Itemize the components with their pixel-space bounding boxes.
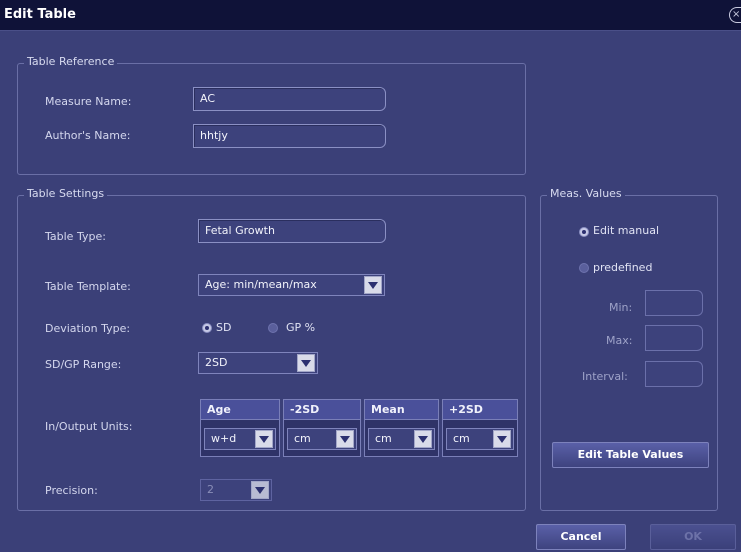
deviation-sd-label: SD bbox=[216, 321, 232, 334]
chevron-down-icon[interactable] bbox=[493, 430, 511, 448]
unit-header-plus2sd: +2SD bbox=[443, 400, 517, 420]
deviation-type-label: Deviation Type: bbox=[45, 322, 131, 335]
cancel-button[interactable]: Cancel bbox=[536, 524, 626, 550]
unit-value-minus2sd: cm bbox=[294, 432, 311, 445]
unit-column-mean: Mean cm bbox=[364, 399, 439, 457]
chevron-down-icon[interactable] bbox=[336, 430, 354, 448]
measure-name-label: Measure Name: bbox=[45, 95, 132, 108]
meas-values-title: Meas. Values bbox=[547, 187, 625, 200]
unit-value-mean: cm bbox=[375, 432, 392, 445]
unit-header-mean: Mean bbox=[365, 400, 438, 420]
sd-gp-range-dropdown[interactable]: 2SD bbox=[198, 352, 318, 374]
deviation-gp-label: GP % bbox=[286, 321, 316, 334]
unit-header-age: Age bbox=[201, 400, 279, 420]
table-template-label: Table Template: bbox=[45, 280, 131, 293]
deviation-sd-radio[interactable] bbox=[202, 323, 212, 333]
interval-input[interactable] bbox=[645, 361, 703, 387]
unit-dropdown-plus2sd[interactable]: cm bbox=[446, 428, 514, 450]
min-input[interactable] bbox=[645, 290, 703, 316]
edit-table-values-button[interactable]: Edit Table Values bbox=[552, 442, 709, 468]
author-name-input[interactable]: hhtjy bbox=[193, 124, 386, 148]
unit-value-age: w+d bbox=[211, 432, 237, 445]
predefined-label: predefined bbox=[593, 261, 653, 274]
table-template-dropdown[interactable]: Age: min/mean/max bbox=[198, 274, 385, 296]
edit-manual-label: Edit manual bbox=[593, 224, 659, 237]
edit-manual-radio[interactable] bbox=[579, 227, 589, 237]
unit-column-age: Age w+d bbox=[200, 399, 280, 457]
max-label: Max: bbox=[606, 334, 633, 347]
chevron-down-icon[interactable] bbox=[255, 430, 273, 448]
min-label: Min: bbox=[609, 301, 633, 314]
unit-dropdown-age[interactable]: w+d bbox=[204, 428, 276, 450]
ok-button[interactable]: OK bbox=[650, 524, 736, 550]
unit-header-minus2sd: -2SD bbox=[284, 400, 360, 420]
table-type-label: Table Type: bbox=[45, 230, 106, 243]
unit-value-plus2sd: cm bbox=[453, 432, 470, 445]
table-reference-title: Table Reference bbox=[24, 55, 118, 68]
chevron-down-icon[interactable] bbox=[251, 481, 269, 499]
precision-dropdown[interactable]: 2 bbox=[200, 479, 272, 501]
sd-gp-range-label: SD/GP Range: bbox=[45, 358, 122, 371]
unit-column-minus2sd: -2SD cm bbox=[283, 399, 361, 457]
precision-label: Precision: bbox=[45, 484, 98, 497]
unit-dropdown-minus2sd[interactable]: cm bbox=[287, 428, 357, 450]
table-reference-group: Table Reference bbox=[17, 55, 526, 175]
measure-name-input[interactable]: AC bbox=[193, 87, 386, 111]
predefined-radio[interactable] bbox=[579, 263, 589, 273]
chevron-down-icon[interactable] bbox=[364, 276, 382, 294]
table-type-input[interactable]: Fetal Growth bbox=[198, 219, 386, 243]
window-title: Edit Table bbox=[4, 7, 76, 22]
chevron-down-icon[interactable] bbox=[297, 354, 315, 372]
unit-column-plus2sd: +2SD cm bbox=[442, 399, 518, 457]
table-template-value: Age: min/mean/max bbox=[205, 278, 317, 291]
table-settings-title: Table Settings bbox=[24, 187, 108, 200]
title-bar: Edit Table × bbox=[0, 0, 741, 31]
close-icon[interactable]: × bbox=[729, 7, 741, 23]
io-units-label: In/Output Units: bbox=[45, 420, 133, 433]
sd-gp-range-value: 2SD bbox=[205, 356, 228, 369]
deviation-gp-radio[interactable] bbox=[268, 323, 278, 333]
interval-label: Interval: bbox=[582, 370, 628, 383]
unit-dropdown-mean[interactable]: cm bbox=[368, 428, 435, 450]
chevron-down-icon[interactable] bbox=[414, 430, 432, 448]
author-name-label: Author's Name: bbox=[45, 129, 131, 142]
max-input[interactable] bbox=[645, 325, 703, 351]
precision-value: 2 bbox=[207, 483, 214, 496]
